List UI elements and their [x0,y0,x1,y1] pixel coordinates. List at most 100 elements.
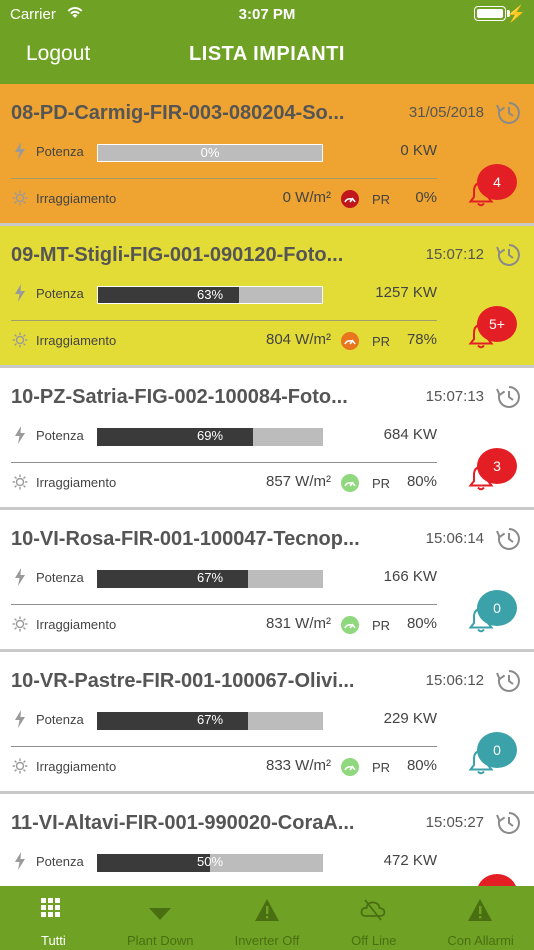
plant-card[interactable]: 10-VI-Rosa-FIR-001-100047-Tecnop... 15:06… [0,510,534,649]
plant-last-update: 15:05:27 [425,814,484,831]
pr-value: 80% [406,473,437,490]
tab-bar: Tutti Plant Down Inverter Off Off Line Con A… [0,886,534,950]
row-divider [11,178,437,179]
plant-last-update: 15:06:12 [425,672,484,689]
charging-icon: ⚡ [506,6,526,23]
power-progress-bar: 63% [97,286,323,304]
power-progress-bar: 50% [97,854,323,872]
sun-icon [12,616,28,632]
plant-card[interactable]: 11-VI-Altavi-FIR-001-990020-CoraA... 15:0… [0,794,534,886]
refresh-icon[interactable] [496,100,522,126]
plant-name: 11-VI-Altavi-FIR-001-990020-CoraA... [11,812,355,834]
sun-icon [12,332,28,348]
tab-plant-down[interactable]: Plant Down [107,886,214,950]
lightning-icon [14,710,26,728]
pr-value: 80% [406,757,437,774]
sun-icon [12,190,28,206]
irradiance-value: 857 W/m² [265,473,331,490]
plant-card[interactable]: 09-MT-Stigli-FIG-001-090120-Foto... 15:07… [0,226,534,365]
power-percent: 67% [196,570,224,585]
plant-last-update: 31/05/2018 [408,104,484,121]
tab-inverter-off[interactable]: Inverter Off [214,886,321,950]
arrow-down-icon [147,898,173,922]
refresh-icon[interactable] [496,810,522,836]
page-title: LISTA IMPIANTI [189,43,345,65]
tab-label: Plant Down [126,933,194,948]
tab-label: Off Line [351,933,397,948]
irradiance-value: 0 W/m² [282,189,331,206]
lightning-icon [14,284,26,302]
alarm-count-badge[interactable]: 5+ [477,306,517,342]
irradiance-label: Irraggiamento [36,475,117,490]
plant-last-update: 15:07:12 [425,246,484,263]
alarm-count-badge[interactable]: 0 [477,590,517,626]
power-progress-bar: 69% [97,428,323,446]
warning-icon [254,898,280,922]
gauge-icon [341,332,359,350]
tab-con-allarmi[interactable]: Con Allarmi [427,886,534,950]
sun-icon [12,758,28,774]
refresh-icon[interactable] [496,384,522,410]
plant-card[interactable]: 10-VR-Pastre-FIR-001-100067-Olivi... 15:0… [0,652,534,791]
battery-icon [474,6,506,21]
plant-name: 10-VI-Rosa-FIR-001-100047-Tecnop... [11,528,360,550]
power-progress-bar: 67% [97,570,323,588]
lightning-icon [14,142,26,160]
plant-card[interactable]: 08-PD-Carmig-FIR-003-080204-So... 31/05/2… [0,84,534,223]
pr-label: PR [372,476,391,491]
clock: 3:07 PM [238,6,296,23]
header-bar: Carrier 3:07 PM ⚡ Logout LISTA IMPIANTI [0,0,534,84]
plant-name: 09-MT-Stigli-FIG-001-090120-Foto... [11,244,344,266]
power-label: Potenza [36,570,84,585]
power-kw: 1257 KW [375,284,437,301]
pr-label: PR [372,334,391,349]
irradiance-label: Irraggiamento [36,191,117,206]
lightning-icon [14,852,26,870]
refresh-icon[interactable] [496,242,522,268]
irradiance-label: Irraggiamento [36,759,117,774]
tab-off-line[interactable]: Off Line [320,886,427,950]
status-bar: Carrier 3:07 PM ⚡ [0,0,534,30]
row-divider [11,320,437,321]
plant-card[interactable]: 10-PZ-Satria-FIG-002-100084-Foto... 15:07… [0,368,534,507]
irradiance-value: 804 W/m² [265,331,331,348]
plant-name: 10-VR-Pastre-FIR-001-100067-Olivi... [11,670,355,692]
lightning-icon [14,426,26,444]
power-kw: 166 KW [383,568,437,585]
power-percent: 63% [196,287,224,302]
refresh-icon[interactable] [496,526,522,552]
plant-last-update: 15:06:14 [425,530,484,547]
alarm-count-badge[interactable]: 0 [477,732,517,768]
plant-last-update: 15:07:13 [425,388,484,405]
power-label: Potenza [36,712,84,727]
tab-label: Con Allarmi [447,933,514,948]
irradiance-value: 831 W/m² [265,615,331,632]
plant-name: 08-PD-Carmig-FIR-003-080204-So... [11,102,345,124]
power-label: Potenza [36,286,84,301]
plant-name: 10-PZ-Satria-FIG-002-100084-Foto... [11,386,348,408]
grid-icon [40,898,66,922]
power-percent: 0% [200,145,220,160]
pr-label: PR [372,618,391,633]
plant-list[interactable]: 08-PD-Carmig-FIR-003-080204-So... 31/05/2… [0,84,534,886]
alarm-count-badge[interactable]: 4 [477,164,517,200]
alarm-count-badge[interactable]: 1 [477,874,517,886]
power-percent: 69% [196,428,224,443]
row-divider [11,462,437,463]
power-progress-bar: 0% [97,144,323,162]
gauge-icon [341,616,359,634]
row-divider [11,604,437,605]
power-kw: 0 KW [400,142,437,159]
pr-value: 0% [415,189,437,206]
pr-value: 78% [406,331,437,348]
tab-tutti[interactable]: Tutti [0,886,107,950]
gauge-icon [341,474,359,492]
refresh-icon[interactable] [496,668,522,694]
alarm-count-badge[interactable]: 3 [477,448,517,484]
lightning-icon [14,568,26,586]
gauge-icon [341,758,359,776]
power-kw: 472 KW [383,852,437,869]
gauge-icon [341,190,359,208]
pr-value: 80% [406,615,437,632]
power-percent: 67% [196,712,224,727]
